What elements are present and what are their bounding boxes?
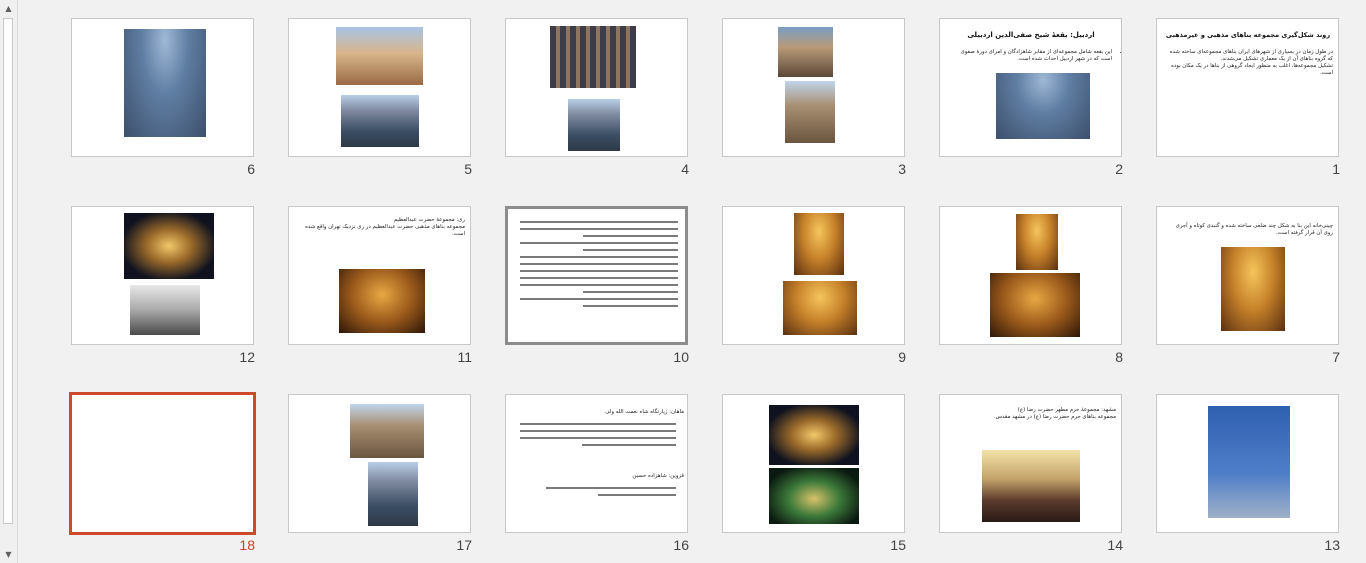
slide-image [339, 269, 425, 333]
slide-image [783, 281, 857, 335]
slide-image [778, 27, 833, 77]
slide-number: 12 [239, 349, 255, 365]
slide-number: 15 [890, 537, 906, 553]
slide-number: 16 [673, 537, 689, 553]
slide-image [769, 405, 859, 465]
slide-image [1208, 406, 1290, 518]
slide-body: ری: مجموعۀ حضرت عبدالعظیم مجموعه بناهای … [297, 217, 470, 238]
slide-title: اردبیل: بقعۀ شیخ صفی‌الدین اردبیلی [967, 31, 1095, 39]
slide-thumbnail-4[interactable] [505, 18, 688, 157]
slide-image [785, 81, 835, 143]
scrollbar-thumb[interactable] [3, 18, 13, 524]
slide-image [350, 404, 424, 458]
slide-image [996, 73, 1090, 139]
vertical-scrollbar[interactable]: ▲ ▼ [0, 0, 18, 563]
slide-thumbnail-1[interactable]: روند شکل‌گیری مجموعه بناهای مذهبی و غیرم… [1156, 18, 1339, 157]
slide-number: 17 [456, 537, 472, 553]
slide-image [1221, 247, 1285, 331]
slide-body: ماهان: زیارتگاه شاه نعمت الله ولی [514, 409, 687, 416]
slide-thumbnail-16[interactable]: ماهان: زیارتگاه شاه نعمت الله ولی قزوین:… [505, 394, 688, 533]
slide-thumbnail-9[interactable] [722, 206, 905, 345]
slide-subheading: ماهان: زیارتگاه شاه نعمت الله ولی [605, 409, 684, 415]
slide-body: این بقعه شامل مجموعه‌ای از مقابر شاهزادگ… [950, 49, 1118, 63]
scroll-up-arrow-icon[interactable]: ▲ [0, 0, 17, 17]
slide-image [794, 213, 844, 275]
slide-thumbnail-10[interactable] [505, 206, 688, 345]
slide-number: 8 [1115, 349, 1123, 365]
slide-image [124, 29, 206, 137]
slide-thumbnail-6[interactable] [71, 18, 254, 157]
slide-thumbnail-12[interactable] [71, 206, 254, 345]
scroll-down-arrow-icon[interactable]: ▼ [0, 546, 17, 563]
slide-body: مشهد: مجموعۀ حرم مطهر حضرت رضا (ع) مجموع… [948, 407, 1121, 421]
slide-number: 11 [457, 349, 472, 365]
slide-bullet: مجموعه بناهای حرم حضرت رضا (ع) در مشهد م… [948, 414, 1116, 421]
slide-number: 6 [247, 161, 255, 177]
slide-number: 10 [673, 349, 689, 365]
slide-thumbnail-3[interactable] [722, 18, 905, 157]
slide-image [1016, 214, 1058, 270]
slide-thumbnail-5[interactable] [288, 18, 471, 157]
slide-body: چینی‌خانه این بنا به شکل چند ضلعی ساخته … [1165, 223, 1338, 237]
slide-number: 5 [464, 161, 472, 177]
slide-number: 4 [681, 161, 689, 177]
slide-body: قزوین: شاهزاده حسین [514, 473, 687, 480]
slide-title: روند شکل‌گیری مجموعه بناهای مذهبی و غیرم… [1165, 31, 1331, 39]
slide-body: در طول زمان در بسیاری از شهرهای ایران بن… [1165, 49, 1338, 77]
slide-bullet: چینی‌خانه این بنا به شکل چند ضلعی ساخته … [1165, 223, 1333, 237]
slide-number: 2 [1115, 161, 1123, 177]
slide-image [368, 462, 418, 526]
slide-number: 1 [1332, 161, 1340, 177]
slide-thumbnail-2[interactable]: اردبیل: بقعۀ شیخ صفی‌الدین اردبیلی این ب… [939, 18, 1122, 157]
slide-number: 9 [898, 349, 906, 365]
slide-thumbnail-15[interactable] [722, 394, 905, 533]
slide-text-lines [520, 221, 678, 312]
slide-image [336, 27, 423, 85]
slide-thumbnail-18[interactable] [69, 392, 256, 535]
slide-thumbnail-14[interactable]: مشهد: مجموعۀ حرم مطهر حضرت رضا (ع) مجموع… [939, 394, 1122, 533]
slide-number: 14 [1107, 537, 1123, 553]
slide-bullet: تشکیل مجموعه‌ها، اغلب به منظور ایجاد گرو… [1165, 63, 1333, 77]
slide-bullet: در طول زمان در بسیاری از شهرهای ایران بن… [1165, 49, 1333, 63]
slide-text-lines [546, 487, 676, 501]
slide-image [769, 468, 859, 524]
slide-bullet: مجموعه بناهای مذهبی حضرت عبدالعظیم در ری… [297, 224, 465, 238]
slide-image [568, 99, 620, 151]
slide-image [130, 285, 200, 335]
slide-image [124, 213, 214, 279]
slide-image [990, 273, 1080, 337]
slide-number: 18 [239, 537, 255, 553]
slide-number: 7 [1332, 349, 1340, 365]
slide-thumbnail-7[interactable]: چینی‌خانه این بنا به شکل چند ضلعی ساخته … [1156, 206, 1339, 345]
slide-image [341, 95, 419, 147]
slide-bullet: مشهد: مجموعۀ حرم مطهر حضرت رضا (ع) [948, 407, 1116, 414]
slide-sorter-grid: 6 5 4 3 اردبیل: بقعۀ شیخ صفی‌الدین اردبی… [17, 0, 1366, 563]
slide-thumbnail-17[interactable] [288, 394, 471, 533]
slide-image [982, 450, 1080, 522]
slide-image [550, 26, 636, 88]
slide-number: 3 [898, 161, 906, 177]
slide-number: 13 [1324, 537, 1340, 553]
slide-thumbnail-8[interactable] [939, 206, 1122, 345]
slide-thumbnail-11[interactable]: ری: مجموعۀ حضرت عبدالعظیم مجموعه بناهای … [288, 206, 471, 345]
slide-thumbnail-13[interactable] [1156, 394, 1339, 533]
slide-bullet: این بقعه شامل مجموعه‌ای از مقابر شاهزادگ… [950, 49, 1112, 63]
slide-bullet: ری: مجموعۀ حضرت عبدالعظیم [297, 217, 465, 224]
slide-text-lines [520, 423, 676, 451]
slide-subheading: قزوین: شاهزاده حسین [632, 473, 684, 479]
